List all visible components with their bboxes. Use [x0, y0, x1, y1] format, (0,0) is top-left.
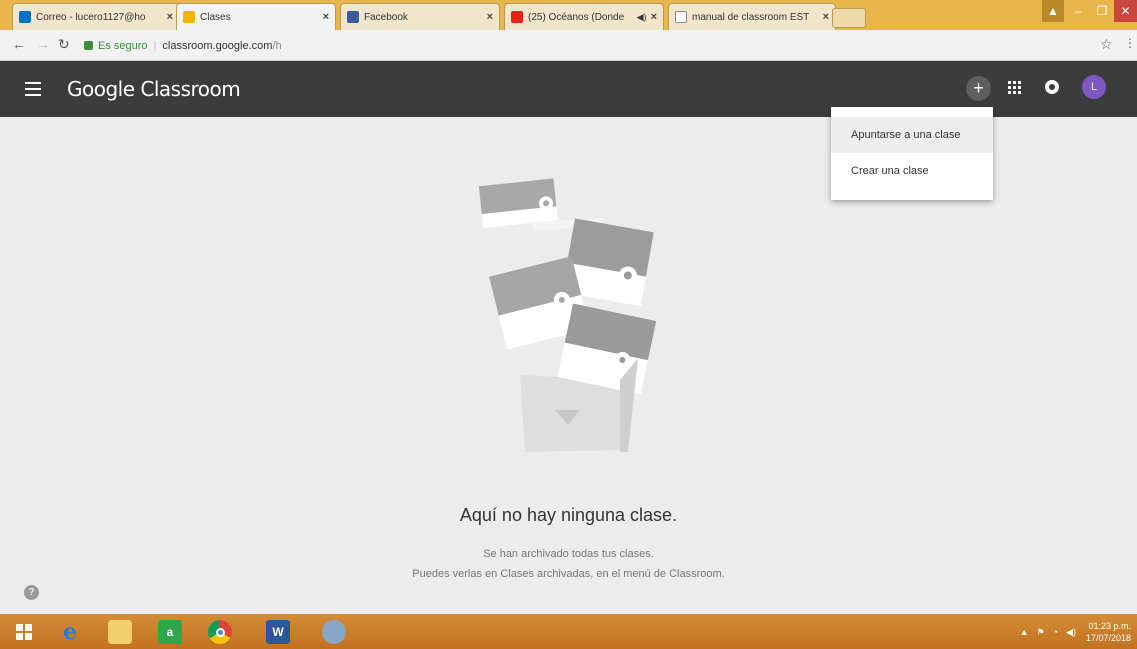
minimize-icon[interactable]: – — [1066, 0, 1090, 22]
close-tab-icon[interactable]: × — [323, 11, 329, 23]
clock-time: 01:23 p.m. — [1088, 621, 1131, 631]
tab-manual[interactable]: manual de classroom EST × — [668, 3, 836, 30]
add-class-menu: Apuntarse a una clase Crear una clase — [831, 107, 993, 200]
address-bar: ← → ↻ Es seguro | classroom.google.com /… — [0, 30, 1137, 61]
close-window-icon[interactable]: ✕ — [1114, 0, 1137, 22]
avatar[interactable]: L — [1082, 75, 1106, 99]
close-tab-icon[interactable]: × — [487, 11, 493, 23]
empty-state-title: Aquí no hay ninguna clase. — [459, 505, 678, 525]
url-host: classroom.google.com — [162, 39, 273, 52]
url-path: /h — [272, 39, 282, 52]
audio-playing-icon[interactable]: ◀) — [637, 12, 647, 23]
tab-correo[interactable]: Correo - lucero1127@ho × — [12, 3, 180, 30]
url-input[interactable]: Es seguro | classroom.google.com /h — [84, 36, 1092, 55]
system-tray: ▲ ⚑ ◔ ◀) 01:23 p.m. 17/07/2018 — [1020, 618, 1131, 646]
browser-tab-strip: Correo - lucero1127@ho × Clases × Facebo… — [0, 0, 1137, 30]
app-title[interactable]: Google Classroom — [67, 77, 241, 101]
windows-start-icon[interactable] — [12, 620, 36, 644]
chrome-icon[interactable] — [208, 620, 232, 644]
word-icon[interactable]: W — [266, 620, 290, 644]
empty-state-line-2: Puedes verlas en Clases archivadas, en e… — [412, 568, 725, 580]
join-class-menu-item[interactable]: Apuntarse a una clase — [831, 117, 993, 153]
forward-icon[interactable]: → — [36, 36, 50, 52]
close-tab-icon[interactable]: × — [651, 11, 657, 23]
notifications-icon[interactable] — [1045, 80, 1059, 94]
tab-label: (25) Océanos (Donde — [528, 11, 625, 23]
store-icon[interactable]: a — [158, 620, 182, 644]
lock-icon — [84, 41, 93, 50]
create-class-menu-item[interactable]: Crear una clase — [831, 153, 993, 189]
tray-chevron-icon[interactable]: ▲ — [1020, 627, 1029, 637]
add-class-button[interactable]: + — [966, 76, 991, 101]
bookmark-star-icon[interactable]: ☆ — [1100, 36, 1113, 53]
hamburger-menu-icon[interactable] — [25, 82, 41, 96]
tab-label: Clases — [200, 11, 231, 23]
google-apps-icon[interactable] — [1008, 81, 1021, 94]
internet-explorer-icon[interactable]: e — [58, 619, 82, 645]
clock-date: 17/07/2018 — [1085, 633, 1131, 643]
tab-clases[interactable]: Clases × — [176, 3, 336, 30]
classroom-icon — [183, 11, 195, 23]
clock[interactable]: 01:23 p.m. 17/07/2018 — [1086, 620, 1131, 644]
windows-taskbar: e a W ▲ ⚑ ◔ ◀) 01:23 p.m. 17/07/2018 — [0, 614, 1137, 649]
separator: | — [153, 39, 157, 52]
facebook-icon — [347, 11, 359, 23]
user-profile-icon[interactable]: ▲ — [1042, 0, 1064, 22]
tab-label: Correo - lucero1127@ho — [36, 11, 146, 23]
paint-icon[interactable] — [322, 620, 346, 644]
tab-label: Facebook — [364, 11, 408, 23]
close-tab-icon[interactable]: × — [167, 11, 173, 23]
volume-icon[interactable]: ◀) — [1066, 627, 1076, 638]
tab-youtube[interactable]: (25) Océanos (Donde ◀) × — [504, 3, 664, 30]
network-icon[interactable]: ◔ — [1053, 627, 1058, 637]
youtube-icon — [511, 11, 523, 23]
back-icon[interactable]: ← — [12, 36, 26, 52]
flag-icon[interactable]: ⚑ — [1037, 627, 1045, 638]
help-icon[interactable]: ? — [24, 585, 39, 600]
restore-icon[interactable]: ❐ — [1090, 0, 1114, 22]
tab-label: manual de classroom EST — [692, 11, 810, 23]
document-icon — [675, 11, 687, 23]
chrome-menu-icon[interactable]: ⋮ — [1124, 36, 1136, 50]
empty-state-line-1: Se han archivado todas tus clases. — [483, 548, 654, 560]
empty-classes-illustration — [478, 178, 657, 452]
reload-icon[interactable]: ↻ — [58, 36, 70, 53]
close-tab-icon[interactable]: × — [823, 11, 829, 23]
tab-facebook[interactable]: Facebook × — [340, 3, 500, 30]
file-explorer-icon[interactable] — [108, 620, 132, 644]
outlook-icon — [19, 11, 31, 23]
new-tab-button[interactable] — [832, 8, 866, 28]
secure-label: Es seguro — [98, 39, 148, 52]
